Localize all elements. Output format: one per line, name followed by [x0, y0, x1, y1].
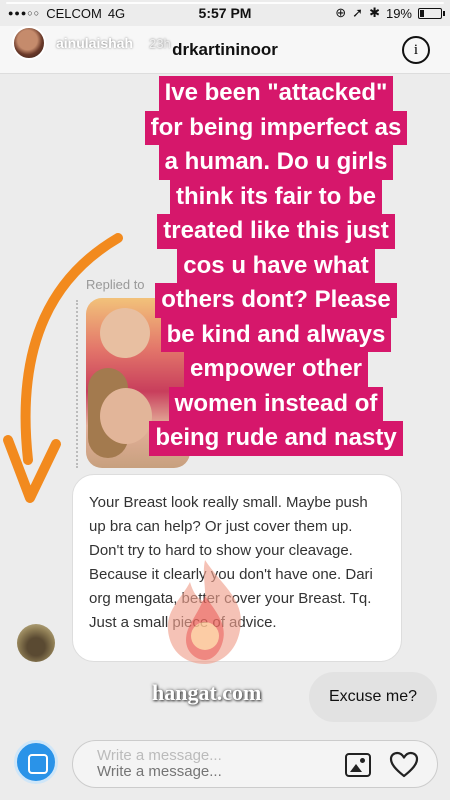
bluetooth-icon: ✱	[369, 5, 380, 20]
rotation-lock-icon: ⊕	[335, 5, 347, 20]
story-username[interactable]: ainulaishah	[56, 35, 133, 51]
heart-icon[interactable]	[389, 751, 419, 779]
network: 4G	[107, 5, 126, 21]
story-progress-bar	[6, 2, 444, 4]
flame-watermark-icon	[167, 560, 241, 664]
caption-line: empower other	[183, 352, 369, 387]
carrier: CELCOM	[46, 5, 102, 21]
message-input-container[interactable]: Write a message...	[72, 740, 438, 788]
caption-line: Ive been "attacked"	[158, 76, 394, 111]
outgoing-message[interactable]: Excuse me?	[309, 672, 437, 722]
gallery-icon[interactable]	[345, 753, 371, 777]
story-header: ainulaishah 23h	[12, 26, 171, 60]
battery-icon	[418, 7, 445, 19]
battery-percent: 19%	[385, 5, 412, 21]
location-icon: ➚	[352, 5, 364, 20]
story-time: 23h	[149, 35, 171, 51]
signal-icon: ●●●○○	[8, 8, 41, 18]
caption-line: a human. Do u girls	[158, 145, 394, 180]
message-input[interactable]	[97, 763, 317, 780]
info-icon[interactable]: i	[402, 36, 430, 64]
compose-bar: Write a message...	[0, 728, 450, 800]
caption-line: treated like this just	[157, 214, 395, 249]
caption-line: be kind and always	[160, 317, 392, 352]
story-caption: Ive been "attacked" for being imperfect …	[136, 76, 416, 456]
sender-avatar[interactable]	[17, 624, 55, 662]
watermark: hangat.com	[152, 680, 262, 705]
arrow-annotation	[3, 233, 123, 503]
camera-icon[interactable]	[14, 740, 58, 784]
caption-line: being rude and nasty	[149, 421, 403, 456]
input-ghost-text: Write a message...	[97, 747, 222, 764]
caption-line: cos u have what	[177, 248, 375, 283]
caption-line: others dont? Please	[155, 283, 397, 318]
caption-line: women instead of	[168, 386, 384, 421]
caption-line: think its fair to be	[169, 179, 382, 214]
caption-line: for being imperfect as	[144, 110, 408, 145]
story-avatar[interactable]	[12, 26, 46, 60]
